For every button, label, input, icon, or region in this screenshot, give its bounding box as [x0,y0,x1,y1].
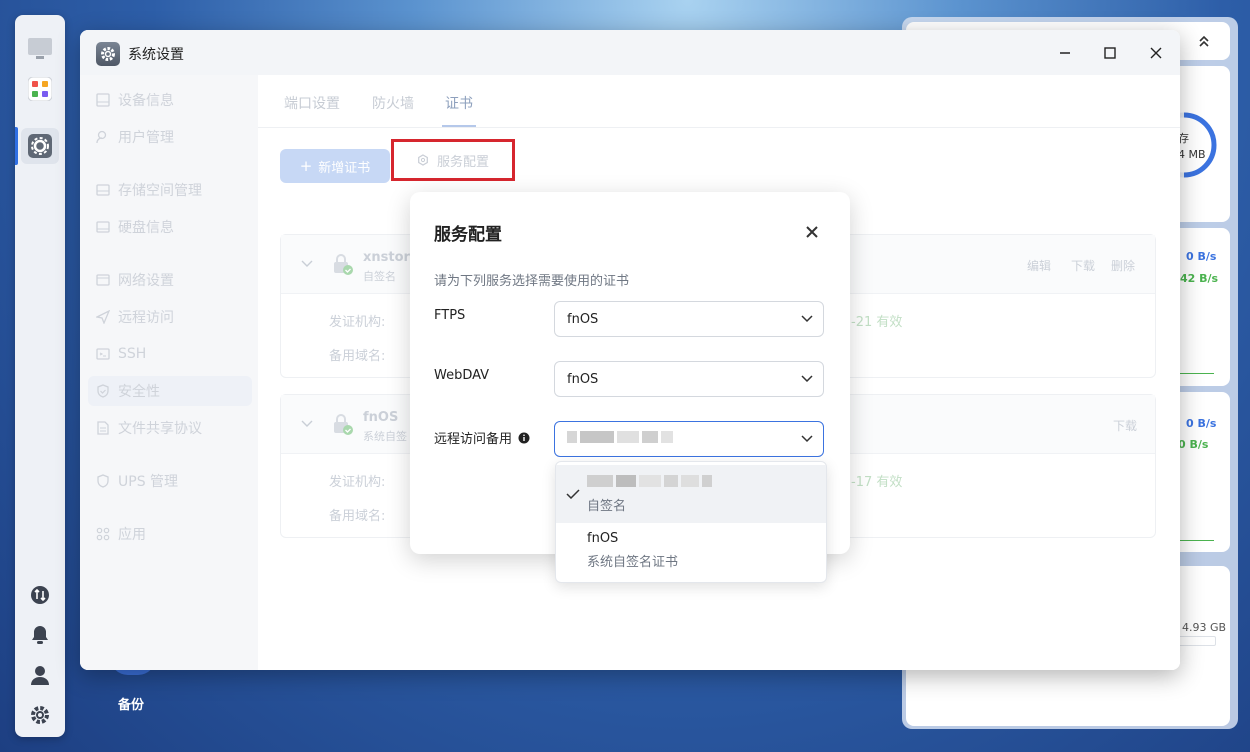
webdav-label: WebDAV [434,368,490,383]
settings-gear-icon [96,42,120,66]
chevron-down-icon [801,435,813,443]
webdav-select[interactable]: fnOS [554,361,824,397]
tab-bar: 端口设置 防火墙 证书 [258,75,1180,128]
cert-name: fnOS [363,410,399,425]
shield-icon [97,384,109,398]
window-title: 系统设置 [128,47,184,63]
chevron-down-icon[interactable] [301,420,313,428]
minimize-button[interactable] [1052,40,1078,66]
tab-firewall[interactable]: 防火墙 [372,93,414,113]
sidebar-item-disk-info[interactable]: 硬盘信息 [96,212,174,242]
remote-access-backup-select[interactable] [554,421,824,457]
dropdown-option-fnos[interactable]: fnOS 系统自签名证书 [556,523,826,581]
dialog-title: 服务配置 [434,225,502,245]
storage-icon [96,184,110,196]
check-icon [566,489,580,499]
info-icon[interactable] [518,432,530,444]
sidebar-item-storage[interactable]: 存储空间管理 [96,175,202,205]
tab-port-settings[interactable]: 端口设置 [284,93,340,113]
close-window-button[interactable] [1143,40,1169,66]
sidebar-item-network[interactable]: 网络设置 [96,265,174,295]
remote-icon [96,310,110,324]
ftps-label: FTPS [434,308,466,323]
dialog-description: 请为下列服务选择需要使用的证书 [434,274,630,289]
download-link[interactable]: 下载 [1113,417,1137,434]
validity-text: -21 有效 [851,315,903,330]
lock-icon [334,414,353,435]
collapse-chevron-icon[interactable] [1198,33,1210,52]
cert-subtitle: 系统自签 [363,430,407,443]
hexagon-settings-icon [418,154,428,166]
edit-link[interactable]: 编辑 [1027,257,1051,274]
sidebar-item-user-management[interactable]: 用户管理 [96,122,174,152]
apps-icon [96,527,110,541]
delete-link[interactable]: 删除 [1111,257,1135,274]
sidebar-item-security[interactable]: 安全性 [88,376,252,406]
lock-icon [334,254,353,275]
cert-dropdown-list: 自签名 fnOS 系统自签名证书 [555,461,827,583]
chevron-down-icon [801,315,813,323]
device-icon [96,93,110,107]
user-icon [96,130,107,144]
maximize-button[interactable] [1097,40,1123,66]
disk-icon [96,221,110,233]
issuer-label: 发证机构: [329,315,386,330]
download-link[interactable]: 下载 [1071,257,1095,274]
sidebar-item-ssh[interactable]: SSH [96,339,146,369]
sidebar-item-device-info[interactable]: 设备信息 [96,85,174,115]
tab-certificates[interactable]: 证书 [445,93,473,113]
alt-domain-label: 备用域名: [329,349,386,364]
dock-active-indicator [15,127,18,165]
network-icon [96,274,110,286]
left-dock [15,15,65,737]
remote-access-backup-label: 远程访问备用 [434,428,530,447]
validity-text: -17 有效 [851,475,903,490]
chevron-down-icon [801,375,813,383]
service-config-button[interactable]: 服务配置 [391,139,515,181]
dropdown-option-selected[interactable]: 自签名 [556,465,826,523]
chevron-down-icon[interactable] [301,260,313,268]
app-center-icon[interactable] [26,75,54,103]
cert-subtitle: 自签名 [363,270,396,283]
redacted-value [567,431,676,447]
plus-icon: + [299,157,313,175]
redacted-cert-name [587,475,715,491]
user-account-icon[interactable] [26,661,54,689]
settings-app-icon[interactable] [26,132,54,160]
ssh-icon [96,348,110,360]
bell-icon[interactable] [26,621,54,649]
file-share-icon [97,421,109,435]
settings-sidebar: 设备信息 用户管理 存储空间管理 硬盘信息 网络设置 远程访问 SSH 安全性 [80,75,258,670]
title-bar[interactable]: 系统设置 [80,30,1180,75]
alt-domain-label: 备用域名: [329,509,386,524]
sidebar-item-ups[interactable]: UPS 管理 [96,466,178,496]
add-cert-button[interactable]: + 新增证书 [280,149,390,183]
transfer-icon[interactable] [26,581,54,609]
sidebar-item-file-share[interactable]: 文件共享协议 [96,413,202,443]
sidebar-item-remote-access[interactable]: 远程访问 [96,302,174,332]
close-icon[interactable] [802,222,822,242]
ups-icon [97,474,109,488]
gear-icon[interactable] [26,701,54,729]
active-tab-underline [442,125,476,127]
sidebar-item-apps[interactable]: 应用 [96,519,146,549]
issuer-label: 发证机构: [329,475,386,490]
backup-label: 备份 [118,698,145,713]
desktop-icon[interactable] [26,35,54,63]
ftps-select[interactable]: fnOS [554,301,824,337]
